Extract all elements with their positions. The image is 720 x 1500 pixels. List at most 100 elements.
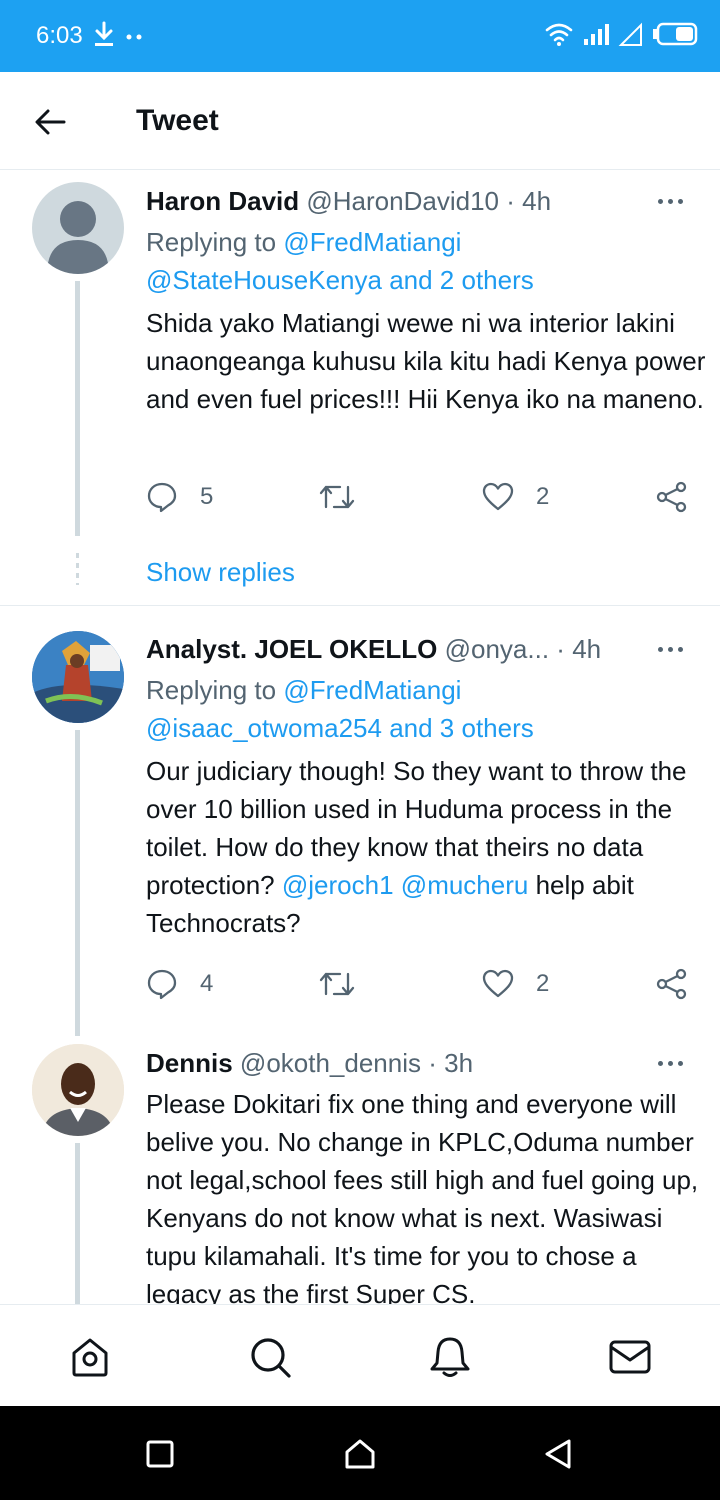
arrow-left-icon	[35, 109, 66, 135]
nav-home[interactable]	[66, 1333, 114, 1381]
retweet-button[interactable]	[318, 964, 356, 1004]
system-home-button[interactable]	[340, 1434, 380, 1474]
recents-button[interactable]	[140, 1434, 180, 1474]
avatar[interactable]	[32, 631, 124, 723]
display-name[interactable]: Dennis	[146, 1048, 233, 1078]
replies-feed[interactable]: Haron David @HaronDavid10 · 4h Replying …	[0, 171, 720, 1304]
nav-search[interactable]	[246, 1333, 294, 1381]
thread-line	[75, 730, 80, 1036]
download-icon	[95, 21, 113, 46]
tweet-text: Shida yako Matiangi wewe ni wa interior …	[146, 308, 706, 414]
heart-icon	[482, 482, 514, 511]
share-button[interactable]	[656, 964, 688, 1004]
tweet-header: Haron David @HaronDavid10 · 4h	[146, 186, 551, 217]
home-outline-icon	[345, 1439, 375, 1469]
display-name[interactable]: Analyst. JOEL OKELLO	[146, 634, 437, 664]
tweet-actions: 4 2	[146, 964, 706, 1004]
search-icon	[251, 1338, 291, 1378]
retweet-icon	[319, 972, 355, 996]
nav-messages[interactable]	[606, 1333, 654, 1381]
tweet-header: Dennis @okoth_dennis · 3h	[146, 1048, 473, 1079]
avatar-image	[32, 631, 124, 723]
replying-prefix: Replying to	[146, 227, 277, 257]
tweet-time[interactable]: 4h	[572, 634, 601, 664]
tweet-haron-david[interactable]: Haron David @HaronDavid10 · 4h Replying …	[0, 171, 720, 606]
tweet-joel-okello[interactable]: Analyst. JOEL OKELLO @onya... · 4h Reply…	[0, 606, 720, 1036]
mention-link[interactable]: @mucheru	[401, 870, 529, 900]
share-button[interactable]	[656, 477, 688, 517]
dot	[667, 198, 673, 204]
tweet-time[interactable]: 4h	[522, 186, 551, 216]
dot	[657, 646, 663, 652]
separator: ·	[428, 1048, 437, 1078]
replying-link[interactable]: @FredMatiangi	[283, 227, 461, 257]
notifications-icon	[430, 1337, 470, 1377]
thread-dots	[76, 553, 79, 585]
dot	[677, 1060, 683, 1066]
tweet-dennis[interactable]: Dennis @okoth_dennis · 3h Please Dokitar…	[0, 1036, 720, 1304]
status-bar: 6:03	[0, 0, 720, 72]
user-handle[interactable]: @onya...	[445, 634, 549, 664]
app-header: Tweet	[0, 72, 720, 170]
more-dots-icon	[126, 34, 142, 40]
mention-link[interactable]: @jeroch1	[282, 870, 394, 900]
system-back-button[interactable]	[538, 1434, 578, 1474]
replying-to: Replying to @FredMatiangi @StateHouseKen…	[146, 223, 706, 299]
recents-icon	[146, 1440, 174, 1468]
user-handle[interactable]: @okoth_dennis	[240, 1048, 421, 1078]
show-replies-link[interactable]: Show replies	[146, 557, 295, 588]
reply-button[interactable]: 4	[146, 964, 213, 1004]
display-name[interactable]: Haron David	[146, 186, 299, 216]
reply-icon	[147, 969, 177, 1000]
user-handle[interactable]: @HaronDavid10	[306, 186, 499, 216]
signal-empty-icon	[618, 22, 642, 46]
heart-icon	[482, 969, 514, 998]
bottom-navigation	[0, 1304, 720, 1406]
replying-others-link[interactable]: @StateHouseKenya and 2 others	[146, 265, 534, 295]
retweet-icon	[319, 485, 355, 509]
default-avatar-icon	[47, 201, 109, 274]
avatar[interactable]	[32, 182, 124, 274]
system-navigation-bar	[0, 1406, 720, 1500]
dot	[657, 1060, 663, 1066]
messages-icon	[609, 1340, 651, 1374]
tweet-actions: 5 2	[146, 477, 706, 517]
share-icon	[656, 968, 687, 1000]
page-title: Tweet	[136, 104, 219, 137]
tweet-time[interactable]: 3h	[444, 1048, 473, 1078]
status-right-icons	[544, 20, 698, 48]
avatar[interactable]	[32, 1044, 124, 1136]
more-options-button[interactable]	[648, 639, 692, 659]
reply-icon	[147, 482, 177, 513]
more-options-button[interactable]	[648, 1053, 692, 1073]
nav-notifications[interactable]	[426, 1333, 474, 1381]
wifi-icon	[545, 23, 573, 46]
like-button[interactable]: 2	[482, 477, 549, 517]
like-count: 2	[536, 483, 550, 510]
avatar-image	[32, 1044, 124, 1136]
home-icon	[72, 1338, 108, 1377]
reply-button[interactable]: 5	[146, 477, 213, 517]
dot	[657, 198, 663, 204]
signal-icon	[584, 24, 609, 45]
like-button[interactable]: 2	[482, 964, 549, 1004]
reply-count: 4	[200, 970, 214, 997]
tweet-text: Our judiciary though! So they want to th…	[146, 752, 706, 942]
dot	[667, 1060, 673, 1066]
thread-line	[75, 1143, 80, 1304]
thread-line	[75, 281, 80, 536]
reply-count: 5	[200, 483, 214, 510]
back-triangle-icon	[545, 1439, 571, 1469]
status-time: 6:03	[36, 22, 83, 49]
replying-to: Replying to @FredMatiangi @isaac_otwoma2…	[146, 671, 706, 747]
separator: ·	[556, 634, 565, 664]
replying-link[interactable]: @FredMatiangi	[283, 675, 461, 705]
separator: ·	[506, 186, 515, 216]
tweet-header: Analyst. JOEL OKELLO @onya... · 4h	[146, 634, 601, 665]
back-button[interactable]	[30, 104, 70, 140]
share-icon	[656, 481, 687, 513]
more-options-button[interactable]	[648, 191, 692, 211]
retweet-button[interactable]	[318, 477, 356, 517]
like-count: 2	[536, 970, 550, 997]
replying-others-link[interactable]: @isaac_otwoma254 and 3 others	[146, 713, 534, 743]
